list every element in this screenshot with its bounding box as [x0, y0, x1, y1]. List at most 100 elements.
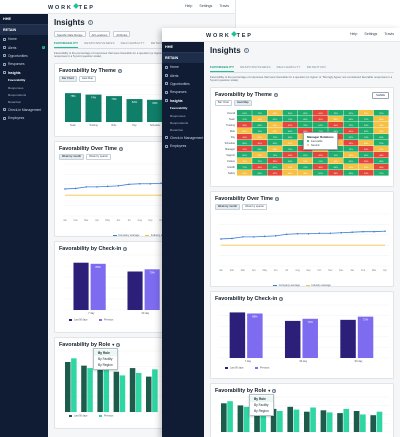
- share-button[interactable]: SHARE: [372, 91, 389, 99]
- company-point: [242, 235, 244, 238]
- tab-reachability[interactable]: REACHABILITY: [121, 41, 145, 48]
- heatmap-cell-value: 60%: [242, 155, 246, 157]
- help-link[interactable]: Help: [185, 4, 192, 8]
- chevron-down-icon[interactable]: ▾: [112, 342, 114, 347]
- product-tab[interactable]: RETAIN: [162, 53, 204, 63]
- help-icon[interactable]: ?: [116, 342, 121, 347]
- role-bar: [353, 410, 360, 432]
- sidebar-item-checkin-management[interactable]: Check-in Management: [162, 134, 204, 142]
- over-time-card: Favorability Over Time? Week by month We…: [210, 190, 394, 287]
- role-bar: [152, 368, 158, 412]
- heatmap-cell-value: 54%: [242, 173, 246, 175]
- tab-retention[interactable]: RETENTION: [307, 65, 326, 72]
- sidebar-item-employees[interactable]: Employees: [0, 114, 48, 122]
- help-icon[interactable]: ?: [275, 196, 280, 201]
- heatmap-cell-value: 78%: [303, 125, 307, 127]
- tab-reachability[interactable]: REACHABILITY: [277, 65, 301, 72]
- front-screenshot: WORK TEP Help Settings Travis HHE RETAIN …: [162, 28, 400, 437]
- brand-logo[interactable]: WORK TEP: [48, 3, 95, 11]
- x-tick-label: Nov: [328, 269, 333, 272]
- product-tab[interactable]: RETAIN: [0, 25, 48, 35]
- sidebar-item-home[interactable]: Home: [0, 35, 48, 43]
- sidebar-sub-retention[interactable]: Retention: [0, 98, 48, 105]
- heatmap-cell-value: 40%: [379, 167, 383, 169]
- sidebar-item-insights[interactable]: Insights: [0, 69, 48, 77]
- heatmap-cell-value: 76%: [379, 113, 383, 115]
- page-title: Insights?: [54, 18, 93, 27]
- settings-link[interactable]: Settings: [364, 32, 377, 36]
- tab-favorability[interactable]: FAVORABILITY: [210, 65, 235, 72]
- menu-by-region[interactable]: By Region: [250, 408, 273, 414]
- help-icon[interactable]: ?: [117, 68, 122, 73]
- x-tick-label: Apr: [252, 269, 256, 272]
- help-icon[interactable]: ?: [243, 48, 249, 53]
- calendar-icon: [165, 136, 168, 140]
- chat-icon: [3, 62, 6, 66]
- sidebar-sub-responses[interactable]: Responses: [162, 112, 204, 119]
- location-filter[interactable]: All Locations: [88, 31, 111, 37]
- x-tick-label: Feb: [230, 269, 235, 272]
- heatmap-cell-value: 38%: [273, 161, 277, 163]
- org-selector[interactable]: HHE: [0, 14, 48, 25]
- sidebar-item-insights[interactable]: Insights: [162, 97, 204, 105]
- sidebar-item-employees[interactable]: Employees: [162, 142, 204, 150]
- sidebar-item-responses[interactable]: Responses: [162, 88, 204, 96]
- alerts-badge: 3: [41, 46, 45, 50]
- sidebar-sub-favorability[interactable]: Favorability: [162, 105, 204, 112]
- x-tick-label: Sep: [306, 269, 311, 272]
- sidebar-item-opportunities[interactable]: Opportunities: [162, 80, 204, 88]
- brand-logo[interactable]: WORK TEP: [206, 31, 253, 39]
- heatmap-cell-value: 42%: [288, 125, 292, 127]
- role-bar: [227, 400, 233, 432]
- settings-link[interactable]: Settings: [199, 4, 212, 8]
- chevron-down-icon[interactable]: ▾: [268, 388, 270, 393]
- sidebar-item-opportunities[interactable]: Opportunities: [0, 52, 48, 60]
- role-filter[interactable]: All Roles: [113, 31, 131, 37]
- help-icon[interactable]: ?: [279, 296, 284, 301]
- org-selector[interactable]: HHE: [162, 42, 204, 53]
- user-menu[interactable]: Travis: [219, 4, 229, 8]
- role-bar: [376, 411, 383, 432]
- company-point: [318, 232, 321, 234]
- sidebar-item-home[interactable]: Home: [162, 63, 204, 71]
- role-bar: [221, 402, 227, 432]
- heatmap-cell-value: 70%: [334, 113, 338, 115]
- sidebar-item-alerts[interactable]: Alerts: [162, 71, 204, 79]
- role-bar: [87, 367, 93, 412]
- tab-responsiveness[interactable]: RESPONSIVENESS: [84, 41, 114, 48]
- heatmap-cell-value: 74%: [349, 149, 353, 151]
- heatmap-cell-value: 55%: [364, 113, 368, 115]
- tab-responsiveness[interactable]: RESPONSIVENESS: [240, 65, 270, 72]
- heatmap-cell-value: 58%: [379, 131, 383, 133]
- heatmap-cell-value: 80%: [288, 113, 292, 115]
- sidebar-sub-favorability[interactable]: Favorability: [0, 77, 48, 84]
- sidebar-item-responses[interactable]: Responses: [0, 60, 48, 68]
- card-title: Favorability by Theme?: [215, 91, 278, 98]
- help-icon[interactable]: ?: [87, 20, 93, 25]
- sidebar-sub-respondents[interactable]: Respondents: [162, 119, 204, 126]
- sidebar-sub-respondents[interactable]: Respondents: [0, 91, 48, 98]
- help-icon[interactable]: ?: [123, 246, 128, 251]
- sidebar: HHE RETAIN Home Alerts Opportunities Res…: [162, 42, 204, 437]
- sidebar-sub-retention[interactable]: Retention: [162, 126, 204, 133]
- sidebar-item-checkin-management[interactable]: Check-in Management: [0, 106, 48, 114]
- help-icon[interactable]: ?: [272, 388, 277, 393]
- menu-by-region[interactable]: By Region: [94, 362, 117, 368]
- sidebar-sub-responses[interactable]: Responses: [0, 84, 48, 91]
- heatmap-row-label: Manager: [225, 148, 235, 151]
- user-menu[interactable]: Travis: [384, 32, 394, 36]
- legend-company: Company average: [273, 284, 300, 287]
- date-range-filter[interactable]: Specific Date Range: [54, 31, 86, 37]
- help-icon[interactable]: ?: [119, 146, 124, 151]
- x-tick-label: Mar: [84, 219, 88, 222]
- heatmap-cell-value: 60%: [273, 143, 277, 145]
- help-link[interactable]: Help: [350, 32, 357, 36]
- checkin-bar: [284, 320, 301, 358]
- heatmap-cell-value: 64%: [242, 113, 246, 115]
- help-icon[interactable]: ?: [273, 92, 278, 97]
- heatmap-cell-value: 46%: [303, 173, 307, 175]
- x-tick-label: Jan: [350, 269, 355, 272]
- sidebar-item-alerts[interactable]: Alerts 3: [0, 43, 48, 51]
- company-point: [263, 235, 266, 238]
- tab-favorability[interactable]: FAVORABILITY: [54, 41, 79, 48]
